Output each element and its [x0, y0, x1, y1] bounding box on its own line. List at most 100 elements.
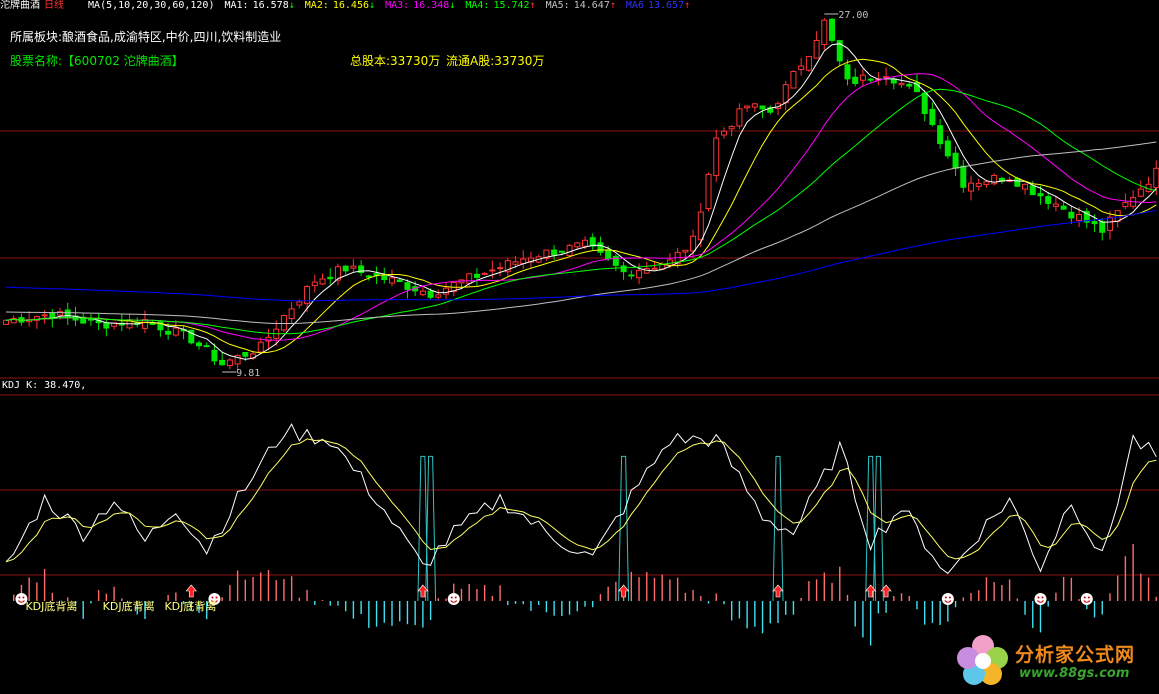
flower-logo-icon — [957, 635, 1008, 685]
candle-body — [466, 273, 473, 284]
candle-body — [805, 55, 812, 71]
candle-body — [782, 84, 789, 104]
candle-body — [728, 126, 735, 130]
candle-body — [921, 92, 928, 114]
candle-body — [257, 341, 264, 353]
candle-body — [481, 272, 488, 275]
candle-body — [1022, 183, 1029, 190]
candle-body — [597, 242, 604, 253]
candle-body — [929, 108, 936, 125]
candle-body — [1029, 185, 1036, 195]
kdj-signal-spike — [772, 455, 784, 602]
candle-body — [605, 249, 612, 260]
candle-body — [203, 345, 210, 348]
smiley-icon — [447, 593, 460, 605]
candle-body — [1091, 221, 1098, 225]
divergence-label: KDJ底背离 — [164, 599, 216, 613]
candle-body — [1153, 167, 1159, 188]
candle-body — [396, 279, 403, 282]
candle-body — [813, 40, 820, 59]
smiley-icon — [941, 593, 954, 605]
candle-body — [497, 267, 504, 270]
candle-body — [365, 275, 372, 278]
candle-body — [720, 130, 727, 136]
candle-body — [389, 277, 395, 284]
smiley-eye — [211, 596, 214, 599]
candle-body — [898, 82, 905, 86]
candle-body — [172, 327, 179, 336]
watermark-logo: 分析家公式网 www.88gs.com — [953, 630, 1153, 690]
candle-body — [636, 270, 643, 279]
candle-body — [690, 235, 697, 252]
smiley-eye — [454, 596, 457, 599]
kdj-signal-spike — [618, 455, 630, 602]
high-price-label: 27.00 — [838, 10, 868, 21]
chart-canvas[interactable]: 27.009.81KDJ底背离KDJ底背离KDJ底背离KDJ底背离KDJ底背离 — [0, 0, 1159, 694]
candle-body — [829, 18, 836, 41]
candle-body — [790, 71, 797, 89]
candle-body — [759, 105, 766, 110]
candle-body — [574, 242, 581, 248]
smiley-eye — [1041, 596, 1044, 599]
candle-body — [3, 319, 9, 325]
divergence-label: KDJ底背离 — [103, 599, 155, 613]
kdj-d-line — [5, 438, 1157, 563]
candle-body — [1099, 221, 1106, 233]
candle-body — [1137, 188, 1144, 197]
up-arrow-icon — [772, 584, 784, 598]
candle-body — [103, 322, 110, 329]
candle-body — [983, 181, 990, 185]
candle-body — [682, 249, 689, 253]
candle-body — [226, 359, 233, 367]
candle-body — [651, 267, 658, 270]
smiley-eye — [22, 596, 25, 599]
smiley-eye — [1087, 596, 1090, 599]
candle-body — [844, 64, 851, 80]
candle-body — [196, 342, 202, 347]
smiley-eye — [1037, 596, 1040, 599]
candle-body — [628, 274, 635, 277]
candle-body — [937, 125, 944, 145]
candle-body — [859, 74, 866, 81]
candle-body — [582, 239, 588, 247]
candle-body — [736, 108, 743, 127]
candle-body — [342, 265, 349, 272]
divergence-label: KDJ底背离 — [25, 599, 77, 613]
candle-body — [1045, 196, 1052, 204]
candle-body — [713, 137, 720, 176]
smiley-eye — [948, 596, 951, 599]
candle-body — [975, 182, 982, 187]
smiley-eye — [450, 596, 453, 599]
up-arrow-icon — [185, 584, 197, 598]
candle-body — [311, 281, 318, 287]
candle-body — [419, 290, 426, 296]
candle-body — [1122, 202, 1129, 208]
candle-body — [350, 265, 357, 269]
watermark-name: 分析家公式网 — [1015, 644, 1136, 666]
up-arrow-icon — [617, 584, 630, 598]
kdj-k-line — [5, 423, 1157, 575]
candle-body — [867, 78, 874, 81]
candle-body — [165, 330, 172, 335]
candle-body — [1052, 203, 1059, 207]
candle-body — [219, 359, 226, 366]
candle-body — [296, 301, 303, 306]
candle-body — [697, 211, 704, 241]
candle-body — [852, 76, 859, 84]
candle-body — [620, 265, 627, 273]
candle-body — [798, 65, 805, 70]
ma-line-ma2 — [5, 58, 1157, 354]
candle-body — [435, 294, 442, 298]
candle-body — [968, 182, 974, 192]
candle-body — [288, 308, 295, 320]
ma-line-ma6 — [5, 209, 1157, 302]
candle-body — [149, 322, 156, 325]
candle-body — [1106, 216, 1113, 231]
smiley-eye — [1083, 596, 1086, 599]
candle-body — [427, 290, 434, 298]
candle-body — [381, 275, 388, 281]
candle-body — [512, 261, 519, 265]
candle-body — [211, 349, 218, 362]
candle-body — [404, 282, 411, 290]
candle-body — [1068, 211, 1075, 219]
